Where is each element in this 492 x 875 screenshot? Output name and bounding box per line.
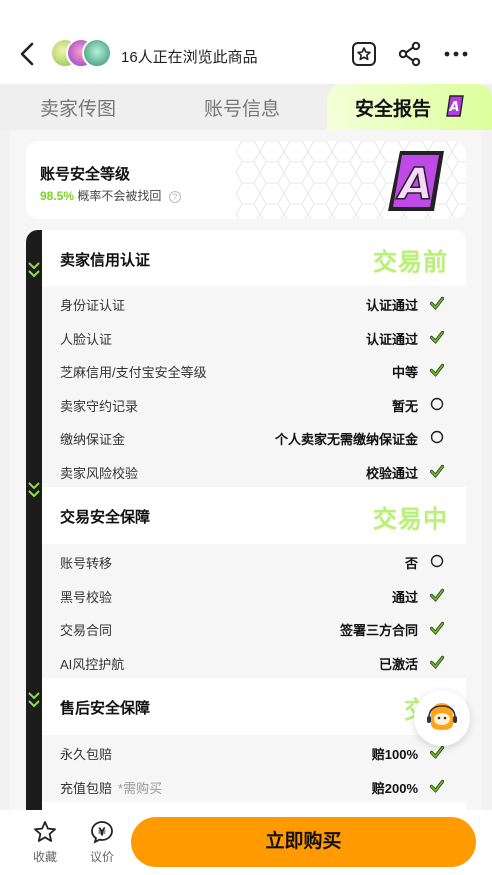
list-item: 卖家风险校验 校验通过 <box>42 454 466 488</box>
browsing-count: 16人正在浏览此商品 <box>121 49 258 66</box>
check-icon <box>430 745 444 759</box>
report-content[interactable]: 账号安全等级 98.5% 概率不会被找回 ? A 卖家信用认证 交易前 身份证认… <box>10 130 482 810</box>
grade-badge-icon: A <box>446 95 464 117</box>
section-title: 交易安全保障 <box>60 509 151 526</box>
circle-icon <box>430 397 444 410</box>
more-icon[interactable] <box>442 40 470 68</box>
back-arrow-icon[interactable] <box>14 40 42 68</box>
bargain-label: 议价 <box>89 850 114 864</box>
row-value: 否 <box>404 556 418 571</box>
row-label: 交易合同 <box>60 623 113 638</box>
bargain-button[interactable]: ¥ 议价 <box>82 820 122 870</box>
chevron-down-icon <box>28 692 40 708</box>
grade-desc: 概率不会被找回 <box>77 189 162 203</box>
row-value: 个人卖家无需缴纳保证金 <box>274 432 418 447</box>
row-label: 账号转移 <box>60 556 113 571</box>
star-badge-icon[interactable] <box>350 40 378 68</box>
row-value: 认证通过 <box>365 298 418 313</box>
row-label: 缴纳保证金 <box>60 432 126 447</box>
section-rows: 永久包赔 赔100% 充值包赔 *需购买 赔200% <box>42 735 466 802</box>
grade-percent: 98.5% <box>40 189 75 203</box>
check-icon <box>430 296 444 310</box>
section-rows: 身份证认证 认证通过 人脸认证 认证通过 芝麻信用/支付宝安全等级 中等 卖家守… <box>42 286 466 487</box>
check-icon <box>430 655 444 669</box>
grade-subtitle: 98.5% 概率不会被找回 ? <box>40 187 181 204</box>
list-item: 黑号校验 通过 <box>42 578 466 612</box>
check-icon <box>430 621 444 635</box>
row-label: 卖家风险校验 <box>60 465 139 481</box>
row-label: AI风控护航 <box>60 656 125 672</box>
tab-security-report[interactable]: 安全报告 <box>355 94 431 121</box>
favorite-button[interactable]: 收藏 <box>25 820 65 870</box>
security-grade-card: 账号安全等级 98.5% 概率不会被找回 ? A <box>26 141 466 219</box>
badge-letter: A <box>448 100 459 115</box>
avatar <box>82 38 112 68</box>
viewer-avatars <box>50 38 116 70</box>
customer-service-button[interactable] <box>414 690 470 746</box>
list-item: 芝麻信用/支付宝安全等级 中等 <box>42 353 466 387</box>
row-value: 已激活 <box>378 656 418 672</box>
list-item: 缴纳保证金 个人卖家无需缴纳保证金 <box>42 420 466 454</box>
bottom-action-bar: 收藏 ¥ 议价 立即购买 <box>0 810 492 875</box>
list-item: 充值包赔 *需购买 赔200% <box>42 769 466 803</box>
star-icon <box>34 821 56 842</box>
section-trade-security: 交易安全保障 交易中 <box>42 487 466 543</box>
row-value: 通过 <box>391 589 418 605</box>
list-item: AI风控护航 已激活 <box>42 645 466 679</box>
headset-mascot-icon <box>427 703 457 730</box>
row-value: 赔200% <box>371 780 418 796</box>
grade-a-icon: A <box>388 151 444 211</box>
row-label: 充值包赔 *需购买 <box>60 778 162 797</box>
section-rows: 账号转移 否 黑号校验 通过 交易合同 签署三方合同 AI风控护航 已激活 <box>42 544 466 678</box>
row-value: 中等 <box>391 365 418 380</box>
row-label: 卖家守约记录 <box>60 398 139 414</box>
list-item: 账号转移 否 <box>42 544 466 578</box>
grade-title: 账号安全等级 <box>40 166 131 183</box>
list-item: 身份证认证 认证通过 <box>42 286 466 320</box>
grade-letter: A <box>396 159 433 210</box>
row-value: 认证通过 <box>365 331 418 347</box>
check-icon <box>430 588 444 602</box>
list-item: 交易合同 签署三方合同 <box>42 611 466 645</box>
circle-icon <box>430 430 444 444</box>
tab-seller-images[interactable]: 卖家传图 <box>40 94 116 121</box>
circle-icon <box>430 554 444 568</box>
list-item: 人脸认证 认证通过 <box>42 320 466 354</box>
check-icon <box>430 464 444 478</box>
section-title: 卖家信用认证 <box>60 252 151 269</box>
section-title: 售后安全保障 <box>60 700 151 717</box>
favorite-label: 收藏 <box>32 850 57 864</box>
chevron-down-icon <box>28 262 40 278</box>
section-after-sale: 售后安全保障 交易 <box>42 678 466 734</box>
row-label: 黑号校验 <box>60 589 113 605</box>
row-label: 人脸认证 <box>60 331 113 347</box>
stage-stamp: 交易中 <box>373 506 448 533</box>
list-item: 卖家守约记录 暂无 <box>42 387 466 421</box>
row-value: 签署三方合同 <box>339 623 418 638</box>
row-value: 校验通过 <box>365 465 418 481</box>
row-value: 赔100% <box>371 747 418 762</box>
tab-account-info[interactable]: 账号信息 <box>204 94 280 121</box>
yuan-symbol: ¥ <box>98 826 106 839</box>
row-note: *需购买 <box>118 780 163 796</box>
row-label-text: 充值包赔 <box>60 780 113 796</box>
help-icon[interactable]: ? <box>168 191 181 203</box>
buy-now-button[interactable]: 立即购买 <box>131 817 476 867</box>
share-icon[interactable] <box>396 40 424 68</box>
yuan-bubble-icon: ¥ <box>91 821 113 844</box>
row-value: 暂无 <box>391 398 418 414</box>
row-label: 芝麻信用/支付宝安全等级 <box>60 365 207 380</box>
check-icon <box>430 363 444 377</box>
stage-stamp: 交易前 <box>373 249 448 276</box>
check-icon <box>430 330 444 344</box>
chevron-down-icon <box>28 482 40 498</box>
side-rail <box>26 230 42 810</box>
top-bar: 16人正在浏览此商品 <box>0 0 492 88</box>
row-label: 永久包赔 <box>60 747 113 762</box>
row-label: 身份证认证 <box>60 298 126 313</box>
security-report-card: 卖家信用认证 交易前 身份证认证 认证通过 人脸认证 认证通过 芝麻信用/支付宝… <box>26 230 466 810</box>
list-item: 永久包赔 赔100% <box>42 735 466 769</box>
check-icon <box>430 779 444 793</box>
section-seller-credit: 卖家信用认证 交易前 <box>42 230 466 286</box>
